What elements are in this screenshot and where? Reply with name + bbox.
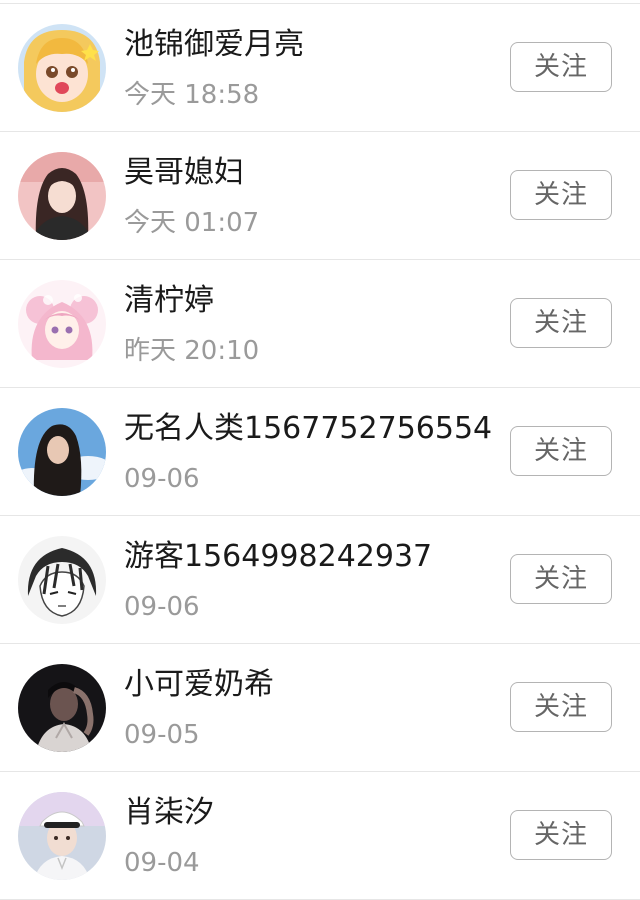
- dark-photo-avatar-icon[interactable]: [18, 664, 106, 752]
- user-name[interactable]: 游客1564998242937: [124, 536, 432, 578]
- sky-girl-avatar-icon[interactable]: [18, 408, 106, 496]
- pink-anime-avatar-icon[interactable]: [18, 280, 106, 368]
- list-item[interactable]: 小可爱奶希 09-05 关注: [0, 644, 640, 772]
- manga-boy-avatar-icon[interactable]: [18, 536, 106, 624]
- follow-button[interactable]: 关注: [510, 42, 612, 92]
- follow-button[interactable]: 关注: [510, 426, 612, 476]
- follow-time: 09-06: [124, 464, 200, 494]
- follow-time: 今天 01:07: [124, 208, 260, 238]
- user-name[interactable]: 池锦御爱月亮: [124, 24, 304, 66]
- follow-time: 昨天 20:10: [124, 336, 260, 366]
- follow-time: 09-06: [124, 592, 200, 622]
- boy-cap-avatar-icon[interactable]: [18, 792, 106, 880]
- follow-time: 09-04: [124, 848, 200, 878]
- list-item[interactable]: 清柠婷 昨天 20:10 关注: [0, 260, 640, 388]
- user-name[interactable]: 昊哥媳妇: [124, 152, 244, 194]
- user-name[interactable]: 清柠婷: [124, 280, 214, 322]
- follow-list: 池锦御爱月亮 今天 18:58 关注 昊哥媳妇 今天 01:07 关注 清柠婷 …: [0, 4, 640, 900]
- follow-button[interactable]: 关注: [510, 682, 612, 732]
- girl-photo-avatar-icon[interactable]: [18, 152, 106, 240]
- list-item[interactable]: 昊哥媳妇 今天 01:07 关注: [0, 132, 640, 260]
- follow-button[interactable]: 关注: [510, 170, 612, 220]
- list-item[interactable]: 池锦御爱月亮 今天 18:58 关注: [0, 4, 640, 132]
- follow-time: 09-05: [124, 720, 200, 750]
- list-item[interactable]: 肖柒汐 09-04 关注: [0, 772, 640, 900]
- user-name[interactable]: 肖柒汐: [124, 792, 214, 834]
- user-name[interactable]: 小可爱奶希: [124, 664, 274, 706]
- follow-button[interactable]: 关注: [510, 298, 612, 348]
- follow-time: 今天 18:58: [124, 80, 260, 110]
- follow-button[interactable]: 关注: [510, 810, 612, 860]
- anime-girl-avatar-icon[interactable]: [18, 24, 106, 112]
- follow-button[interactable]: 关注: [510, 554, 612, 604]
- user-name[interactable]: 无名人类1567752756554: [124, 408, 492, 450]
- list-item[interactable]: 游客1564998242937 09-06 关注: [0, 516, 640, 644]
- list-item[interactable]: 无名人类1567752756554 09-06 关注: [0, 388, 640, 516]
